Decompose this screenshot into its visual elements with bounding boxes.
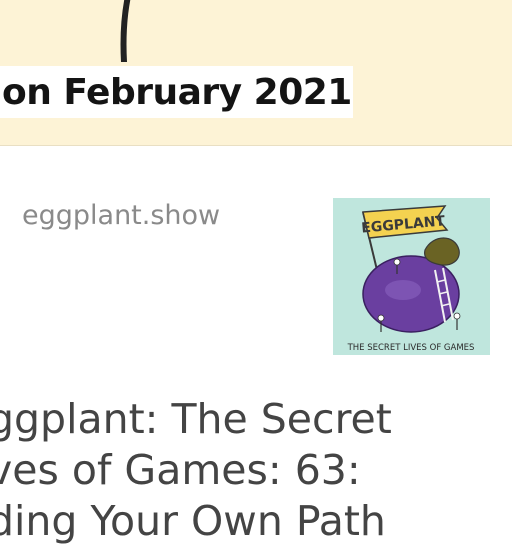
podcast-thumbnail[interactable]: EGGPLANT THE SECRET LIVES OF GAMES: [333, 198, 490, 355]
headline-line-1: ggplant: The Secret: [0, 395, 392, 443]
banner-title: on February 2021: [0, 66, 353, 118]
headline-line-2: ves of Games: 63:: [0, 446, 361, 494]
thumb-tagline: THE SECRET LIVES OF GAMES: [347, 343, 475, 353]
headline-line-3: ding Your Own Path: [0, 497, 386, 545]
eggplant-logo-icon: EGGPLANT THE SECRET LIVES OF GAMES: [347, 205, 475, 353]
hanging-cord-icon: [120, 0, 131, 62]
page-banner: on February 2021: [0, 0, 512, 146]
article-headline[interactable]: ggplant: The Secret ves of Games: 63: di…: [0, 394, 508, 547]
source-domain-link[interactable]: eggplant.show: [22, 200, 220, 231]
